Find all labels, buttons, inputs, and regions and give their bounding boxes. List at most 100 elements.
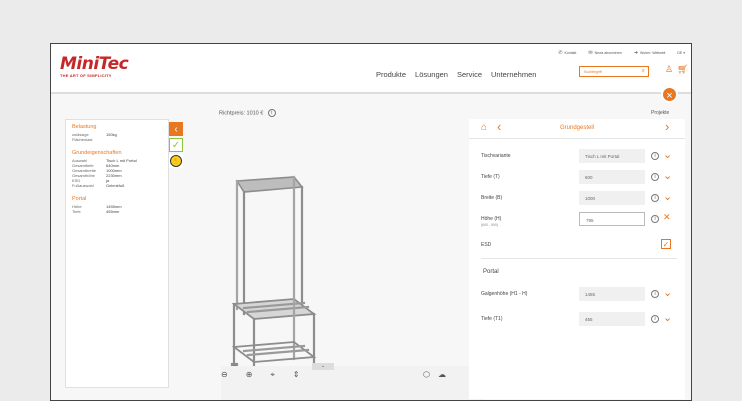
chevron-left-icon: ‹ [174,123,178,135]
nav-produkte[interactable]: Produkte [376,70,406,79]
browser-frame: MiniTec THE ART OF SIMPLICITY ✆ Kontakt ✉… [50,43,692,401]
arrow-icon: ➜ [633,50,639,56]
list-item: Tiefe 455mm [72,209,168,214]
field-hoehe: Höhe (H) (600 - 900) 795 i ✕ [481,212,681,232]
search-placeholder: Suchbegriff [584,70,602,74]
info-icon[interactable]: i [651,315,659,323]
info-icon[interactable]: i [651,194,659,202]
zoom-in-icon[interactable]: ⊕ [246,370,253,380]
config-title: Grundgestell [559,125,595,131]
contact-label: Kontakt [564,51,577,55]
close-icon[interactable]: ✕ [663,212,671,223]
field-label: ESD [481,242,492,248]
export-tools: ⬡ ☁ [423,370,446,379]
field-tiefe: Tiefe (T) 600 i ⌄ [481,170,681,186]
galgenhoehe-select[interactable]: 1455 [579,287,645,301]
tischvariante-select[interactable]: Tisch L mit Portal [579,149,645,163]
table-model [230,175,319,386]
esd-button[interactable]: ✋ [169,154,183,168]
tiefe-select[interactable]: 600 [579,170,645,184]
main-nav: Produkte Lösungen Service Unternehmen [376,70,536,79]
confirm-button[interactable]: ✓ [169,138,183,152]
chevron-down-icon[interactable]: ⌄ [663,286,672,299]
nav-service[interactable]: Service [457,70,482,79]
price-label: Richtpreis: 1010 € i [219,109,276,117]
newsletter-link[interactable]: ✉ News abonnieren [588,50,621,56]
hoehe-input[interactable]: 795 [579,212,645,226]
config-header: ⌂ ‹ Grundgestell › [469,119,685,139]
info-icon[interactable]: i [651,173,659,181]
nav-loesungen[interactable]: Lösungen [415,70,448,79]
projekte-link[interactable]: Projekte [651,110,669,116]
expand-toolbar-button[interactable]: ⌄ [312,363,334,370]
prop-key: Fußauswahl [72,183,94,188]
info-icon[interactable]: i [651,290,659,298]
chevron-down-icon[interactable]: ⌄ [663,148,672,161]
zoom-out-icon[interactable]: ⊖ [221,370,228,380]
prop-value: 455mm [106,209,120,214]
region-link[interactable]: ➜ Woher: Weltweit [634,50,666,56]
cart-icon[interactable]: 🛒︎ [677,64,688,75]
configuration-panel: ⌂ ‹ Grundgestell › Tischvariante Tisch L… [469,119,685,399]
info-icon[interactable]: i [651,215,659,223]
info-icon[interactable]: i [651,152,659,160]
chevron-down-icon[interactable]: ⌄ [663,169,672,182]
contact-link[interactable]: ✆ Kontakt [558,50,576,56]
field-label: Tiefe (T1) [481,316,503,322]
panel-side-buttons: ‹ ✓ ✋ [169,122,183,170]
field-esd: ESD ✓ [481,238,681,254]
tiefe-t1-select[interactable]: 455 [579,312,645,326]
field-label: Tischvariante [481,153,511,159]
hoehe-range: (600 - 900) [481,223,499,227]
info-icon[interactable]: i [267,109,276,117]
language-label: DE ▾ [677,51,685,55]
price-text: Richtpreis: 1010 € [219,110,265,117]
search-icon[interactable]: ⌕ [642,68,645,75]
minitec-logo[interactable]: MiniTec THE ART OF SIMPLICITY [60,54,129,78]
chevron-down-icon[interactable]: ⌄ [663,190,672,203]
center-icon[interactable]: ⌖ [270,370,275,380]
cloud-download-icon[interactable]: ☁ [438,370,446,379]
chevron-right-icon[interactable]: › [665,119,669,134]
divider [481,258,677,259]
language-select[interactable]: DE ▾ [677,51,685,55]
check-icon: ✓ [171,139,181,151]
field-label: Höhe (H) (600 - 900) [481,216,541,228]
user-icon[interactable]: ♙ [665,64,673,75]
newsletter-label: News abonnieren [594,51,622,55]
site-header: MiniTec THE ART OF SIMPLICITY ✆ Kontakt ✉… [51,44,691,94]
hoehe-label: Höhe (H) [481,216,502,222]
collapse-panel-button[interactable]: ‹ [169,122,183,136]
prop-value: Gelenkfuß [106,183,125,188]
prop-key: zulässige Flächenlast [72,132,93,142]
breite-select[interactable]: 1000 [579,191,645,205]
prop-value: 150kg [106,132,117,137]
field-label: Tiefe (T) [481,174,500,180]
utility-bar: ✆ Kontakt ✉ News abonnieren ➜ Woher: Weltwe… [558,50,685,56]
chevron-down-icon[interactable]: ⌄ [663,311,672,324]
region-label: Woher: Weltweit [640,51,666,55]
field-label: Breite (B) [481,195,503,201]
search-input[interactable]: Suchbegriff ⌕ [579,66,649,77]
chevron-down-icon: ⌄ [320,363,326,369]
portal-section-title: Portal [483,269,499,275]
3d-viewer[interactable] [184,119,458,399]
field-label: Galgenhöhe (H1 - H) [481,291,528,297]
grund-title: Grundeigenschaften [72,150,122,156]
field-tischvariante: Tischvariante Tisch L mit Portal i ⌄ [481,149,681,165]
measure-icon[interactable]: ⇕ [293,370,300,380]
cube-icon[interactable]: ⬡ [423,370,430,379]
close-icon[interactable]: × [661,86,678,103]
esd-icon: ✋ [170,155,182,167]
header-icons: ♙ 🛒︎ [665,64,689,75]
list-item: zulässige Flächenlast 150kg [72,132,168,142]
belastung-title: Belastung [72,124,97,130]
field-tiefe-t1: Tiefe (T1) 455 i ⌄ [481,312,681,328]
field-breite: Breite (B) 1000 i ⌄ [481,191,681,207]
esd-checkbox[interactable]: ✓ [661,239,671,249]
nav-unternehmen[interactable]: Unternehmen [491,70,536,79]
logo-name: MiniTec [60,54,129,74]
list-item: Fußauswahl Gelenkfuß [72,183,168,188]
portal-title: Portal [72,196,87,202]
field-galgenhoehe: Galgenhöhe (H1 - H) 1455 i ⌄ [481,287,681,307]
